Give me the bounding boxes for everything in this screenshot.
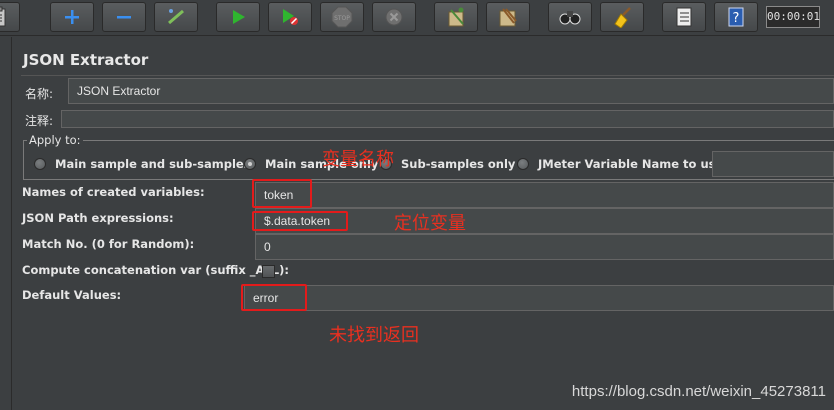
function-helper-button[interactable]: [662, 2, 706, 32]
json-extractor-panel: JSON Extractor 名称: JSON Extractor 注释: Ap…: [13, 37, 834, 410]
name-field[interactable]: JSON Extractor: [68, 78, 834, 104]
tree-pane-edge[interactable]: [0, 37, 12, 410]
variables-highlight: [252, 179, 312, 208]
search-icon: [559, 8, 581, 26]
start-no-pauses-button[interactable]: [268, 2, 312, 32]
variable-name-annotation: 变量名称: [322, 149, 394, 170]
search-button[interactable]: [548, 2, 592, 32]
comment-field[interactable]: [61, 110, 834, 128]
radio-main-and-sub[interactable]: [34, 158, 46, 170]
clear-all-icon: [497, 6, 519, 28]
clear-all-button[interactable]: [486, 2, 530, 32]
stop-button[interactable]: STOP: [320, 2, 364, 32]
shutdown-icon: [384, 7, 404, 27]
match-no-label: Match No. (0 for Random):: [22, 237, 195, 251]
locate-variable-annotation: 定位变量: [394, 213, 466, 234]
variables-field[interactable]: token: [255, 182, 834, 208]
match-no-field[interactable]: 0: [255, 234, 834, 260]
add-icon: [63, 8, 81, 26]
elapsed-timer: 00:00:01: [766, 6, 820, 28]
not-found-annotation: 未找到返回: [329, 325, 419, 346]
start-no-pauses-icon: [280, 7, 300, 27]
default-values-highlight: [241, 284, 307, 311]
help-icon: ?: [727, 6, 745, 28]
radio-main-only[interactable]: [244, 158, 256, 170]
template-icon: [0, 6, 8, 28]
comment-label: 注释:: [25, 114, 54, 128]
default-values-label: Default Values:: [22, 288, 122, 302]
clear-icon: [445, 6, 467, 28]
default-values-field[interactable]: error: [244, 285, 834, 311]
start-button[interactable]: [216, 2, 260, 32]
apply-to-legend: Apply to:: [27, 133, 83, 147]
variables-label: Names of created variables:: [22, 185, 205, 199]
radio-jmeter-variable-label[interactable]: JMeter Variable Name to use: [538, 157, 723, 171]
toolbar: STOP ? 00:00:01: [0, 0, 834, 36]
watermark: https://blog.csdn.net/weixin_45273811: [571, 383, 826, 400]
page-title: JSON Extractor: [23, 51, 149, 69]
reset-search-button[interactable]: [600, 2, 644, 32]
svg-text:?: ?: [733, 11, 740, 26]
remove-button[interactable]: [102, 2, 146, 32]
svg-text:STOP: STOP: [334, 15, 350, 22]
jsonpath-highlight: [252, 211, 348, 231]
function-helper-icon: [674, 6, 694, 28]
concat-label: Compute concatenation var (suffix _ALL):: [22, 263, 289, 277]
concat-checkbox[interactable]: [262, 265, 275, 278]
name-label: 名称:: [25, 87, 54, 101]
toggle-icon: [166, 7, 186, 27]
radio-sub-only-label[interactable]: Sub-samples only: [401, 157, 515, 171]
jsonpath-label: JSON Path expressions:: [22, 211, 174, 225]
remove-icon: [115, 8, 133, 26]
toggle-button[interactable]: [154, 2, 198, 32]
help-button[interactable]: ?: [714, 2, 758, 32]
template-button[interactable]: [0, 2, 20, 32]
reset-search-icon: [611, 6, 633, 28]
clear-button[interactable]: [434, 2, 478, 32]
add-button[interactable]: [50, 2, 94, 32]
title-divider: [21, 75, 834, 76]
jmeter-variable-name-field[interactable]: [712, 151, 834, 177]
stop-icon: STOP: [331, 6, 353, 28]
shutdown-button[interactable]: [372, 2, 416, 32]
radio-jmeter-variable[interactable]: [517, 158, 529, 170]
start-icon: [229, 8, 247, 26]
radio-main-and-sub-label[interactable]: Main sample and sub-samples: [55, 157, 251, 171]
jmeter-window: STOP ? 00:00:01 JSON Extractor 名称: JSON …: [0, 0, 834, 410]
